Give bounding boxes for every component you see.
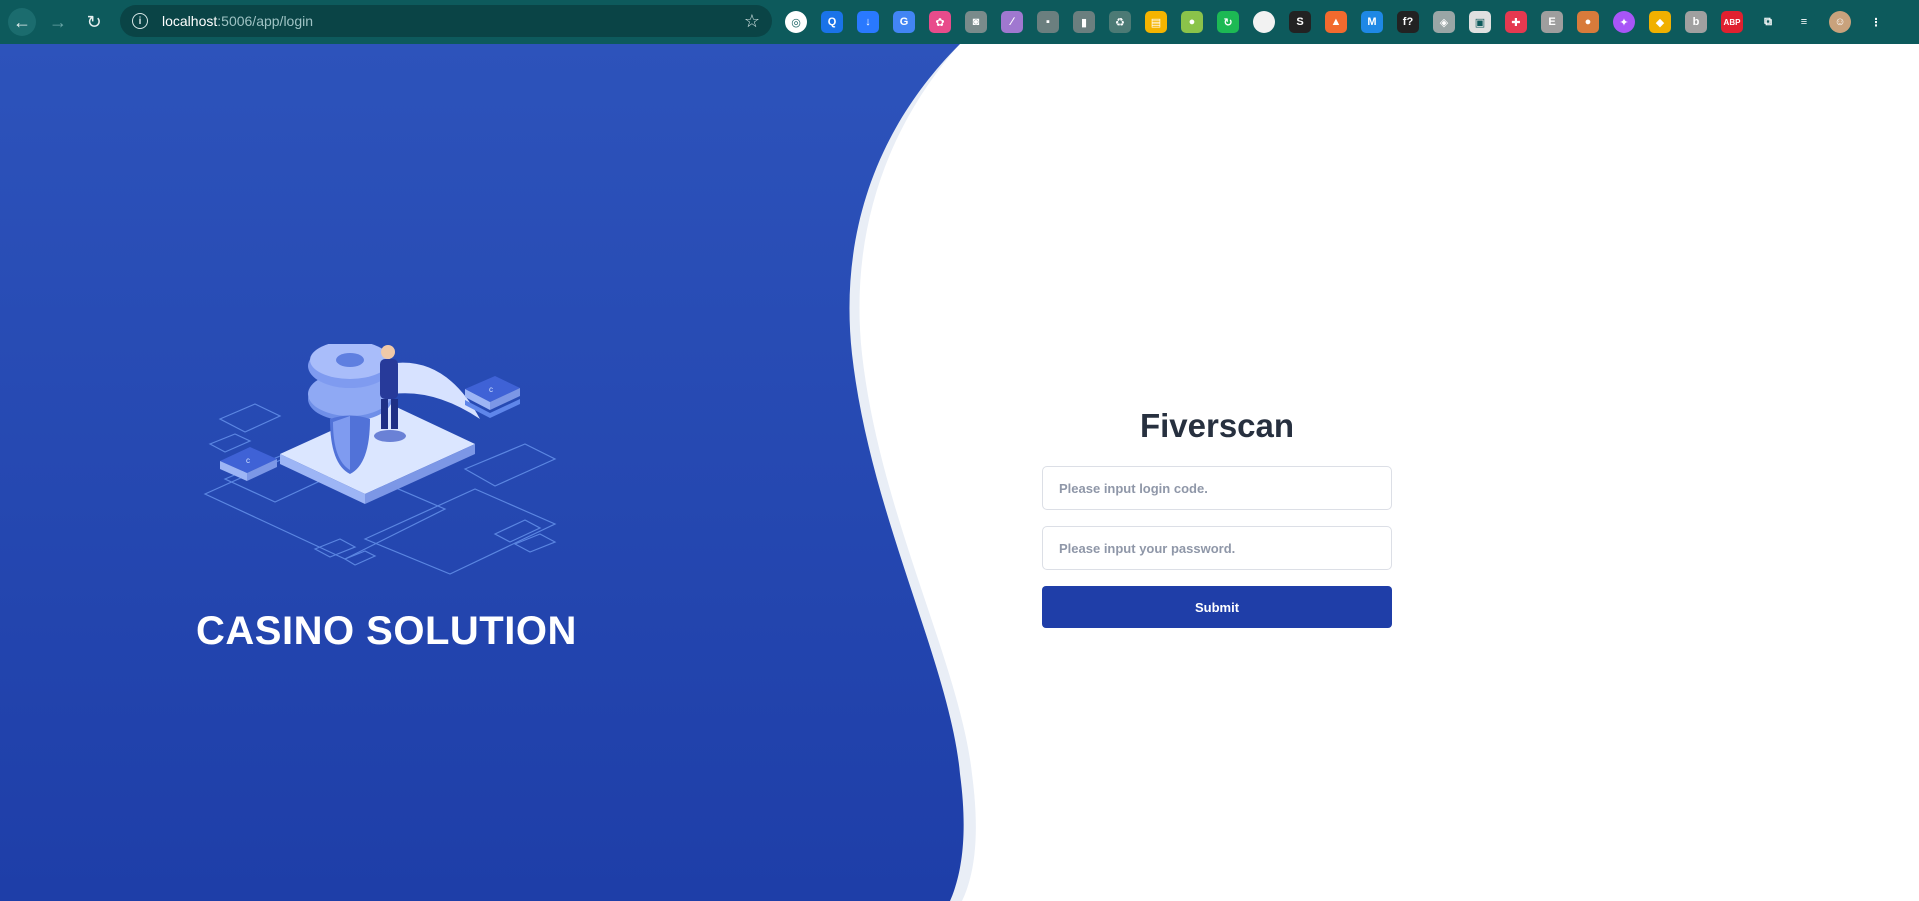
menu-dots-icon[interactable]: ⋮ — [1865, 11, 1887, 33]
url-host: localhost — [162, 13, 218, 29]
cookie-ext-icon[interactable]: ● — [1577, 11, 1599, 33]
guard-ext-icon[interactable]: ◈ — [1433, 11, 1455, 33]
submit-button[interactable]: Submit — [1042, 586, 1392, 628]
site-info-icon[interactable]: i — [132, 13, 148, 29]
address-bar[interactable]: i localhost:5006/app/login ☆ — [120, 5, 772, 37]
refresh-ext-icon[interactable]: ↻ — [1217, 11, 1239, 33]
chrome-app-icon[interactable]: ◎ — [785, 11, 807, 33]
pin-ext-icon[interactable]: ✚ — [1505, 11, 1527, 33]
cube-ext-icon[interactable]: ◆ — [1649, 11, 1671, 33]
color-picker-icon[interactable]: ✿ — [929, 11, 951, 33]
blank-ext-icon[interactable] — [1253, 11, 1275, 33]
abp-ext-icon[interactable]: ABP — [1721, 11, 1743, 33]
url-text[interactable]: localhost:5006/app/login — [162, 13, 313, 29]
frame-ext-icon[interactable]: ▣ — [1469, 11, 1491, 33]
search-ext-icon[interactable]: Q — [821, 11, 843, 33]
rocket-ext-icon[interactable]: ▲ — [1325, 11, 1347, 33]
svg-text:c: c — [246, 456, 250, 465]
brand-heading: CASINO SOLUTION — [196, 609, 577, 653]
browser-toolbar: ← → ↻ i localhost:5006/app/login ☆ ◎ Q ↓ G ✿… — [0, 0, 1919, 44]
shield-ext-icon[interactable]: ▪ — [1037, 11, 1059, 33]
security-illustration: c c — [203, 344, 557, 575]
feather-ext-icon[interactable]: ∕ — [1001, 11, 1023, 33]
svg-text:c: c — [489, 385, 493, 394]
password-input[interactable] — [1042, 526, 1392, 570]
login-form: Fiverscan Submit — [1042, 404, 1392, 628]
reload-icon[interactable]: ↻ — [80, 8, 108, 36]
url-path: :5006/app/login — [217, 13, 314, 29]
b-ext-icon[interactable]: b — [1685, 11, 1707, 33]
s-ext-icon[interactable]: S — [1289, 11, 1311, 33]
camera-ext-icon[interactable]: ◙ — [965, 11, 987, 33]
extensions-toolbar: ◎ Q ↓ G ✿ ◙ ∕ ▪ ▮ ♻ ▤ ● ↻ S ▲ Mf? ◈ ▣ ✚ E ● ✦ ◆ b ABP ⧉ ≡ ☺ ⋮ — [785, 8, 1901, 36]
download-ext-icon[interactable]: ↓ — [857, 11, 879, 33]
bulb-ext-icon[interactable]: ● — [1181, 11, 1203, 33]
note-ext-icon[interactable]: ▤ — [1145, 11, 1167, 33]
m-ext-icon[interactable]: M — [1361, 11, 1383, 33]
back-arrow-icon[interactable]: ← — [8, 8, 36, 36]
avatar-icon[interactable]: ☺ — [1829, 11, 1851, 33]
login-page: c c CASINO SOLUTION Fiverscan Submit — [0, 44, 1919, 901]
playlist-ext-icon[interactable]: ≡ — [1793, 11, 1815, 33]
puzzle-ext-icon[interactable]: ⧉ — [1757, 11, 1779, 33]
fx-ext-icon[interactable]: f? — [1397, 11, 1419, 33]
login-code-input[interactable] — [1042, 466, 1392, 510]
bottle-ext-icon[interactable]: ▮ — [1073, 11, 1095, 33]
forward-arrow-icon[interactable]: → — [44, 8, 72, 36]
grey-ext-icon[interactable]: E — [1541, 11, 1563, 33]
translate-ext-icon[interactable]: G — [893, 11, 915, 33]
login-title: Fiverscan — [1139, 407, 1295, 444]
brain-ext-icon[interactable]: ✦ — [1613, 11, 1635, 33]
recycle-ext-icon[interactable]: ♻ — [1109, 11, 1131, 33]
bookmark-star-icon[interactable]: ☆ — [744, 11, 760, 32]
